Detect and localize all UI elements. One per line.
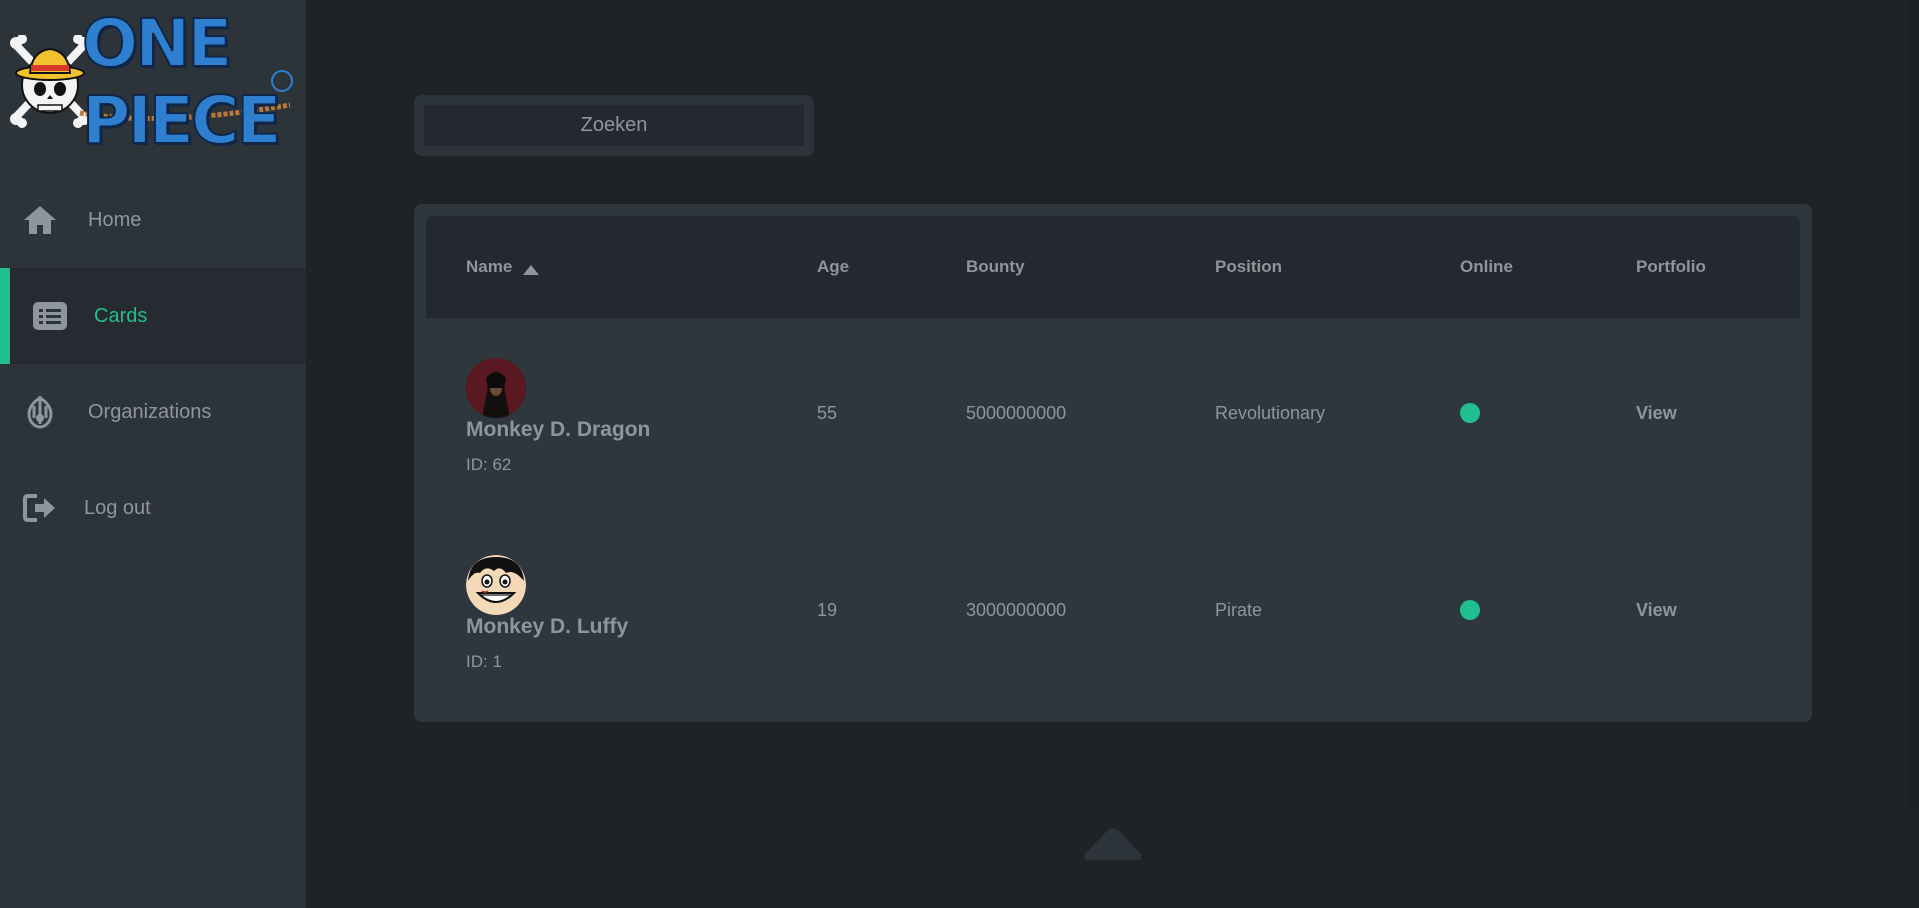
sidebar-item-organizations[interactable]: Organizations <box>0 364 306 460</box>
online-status-dot <box>1460 600 1480 620</box>
character-age: 19 <box>817 599 838 620</box>
table-header: Name Age Bounty Position Online Portfoli… <box>426 216 1800 318</box>
logo-wordmark: ONE PIECE <box>81 4 283 160</box>
character-bounty: 3000000000 <box>966 599 1067 620</box>
page-scrollbar[interactable] <box>1909 0 1919 808</box>
luffy-avatar <box>466 555 526 615</box>
online-status-dot <box>1460 403 1480 423</box>
sidebar-item-label: Log out <box>84 496 151 519</box>
table-row[interactable]: Monkey D. Luffy ID: 1 19 3000000000 Pira… <box>426 515 1800 711</box>
chevron-up-icon <box>1084 828 1142 860</box>
column-header-portfolio[interactable]: Portfolio <box>1636 216 1706 318</box>
sidebar-item-home[interactable]: Home <box>0 172 306 268</box>
character-position: Revolutionary <box>1215 402 1326 423</box>
characters-table: Name Age Bounty Position Online Portfoli… <box>414 204 1812 722</box>
sidebar-item-label: Cards <box>94 304 148 327</box>
view-portfolio-link[interactable]: View <box>1636 403 1677 424</box>
home-icon <box>20 200 60 240</box>
character-id: ID: 1 <box>466 652 502 671</box>
column-header-online[interactable]: Online <box>1460 216 1513 318</box>
character-age: 55 <box>817 402 838 423</box>
search-container <box>414 95 814 156</box>
view-portfolio-link[interactable]: View <box>1636 600 1677 621</box>
sidebar-item-label: Organizations <box>88 400 212 423</box>
character-name: Monkey D. Luffy <box>466 615 629 638</box>
app-root: ONE PIECE Home Cards Organizations Log o… <box>0 0 1919 908</box>
one-piece-logo[interactable]: ONE PIECE <box>10 4 296 160</box>
sidebar: ONE PIECE Home Cards Organizations Log o… <box>0 0 306 908</box>
character-position: Pirate <box>1215 599 1263 620</box>
scroll-to-top-button[interactable] <box>1083 826 1143 862</box>
column-header-bounty[interactable]: Bounty <box>966 216 1025 318</box>
sort-up-icon <box>522 261 540 275</box>
column-header-age[interactable]: Age <box>817 216 849 318</box>
list-icon <box>30 296 70 336</box>
character-bounty: 5000000000 <box>966 402 1067 423</box>
logout-icon <box>20 488 60 528</box>
sidebar-item-logout[interactable]: Log out <box>0 460 306 556</box>
sidebar-item-label: Home <box>88 208 142 231</box>
character-id: ID: 62 <box>466 455 512 474</box>
search-input[interactable] <box>424 105 804 146</box>
character-name: Monkey D. Dragon <box>466 418 651 441</box>
emblem-icon <box>20 392 60 432</box>
sidebar-item-cards[interactable]: Cards <box>0 268 306 364</box>
column-header-position[interactable]: Position <box>1215 216 1282 318</box>
dragon-avatar <box>466 358 526 418</box>
column-header-name[interactable]: Name <box>466 216 540 318</box>
table-row[interactable]: Monkey D. Dragon ID: 62 55 5000000000 Re… <box>426 318 1800 514</box>
